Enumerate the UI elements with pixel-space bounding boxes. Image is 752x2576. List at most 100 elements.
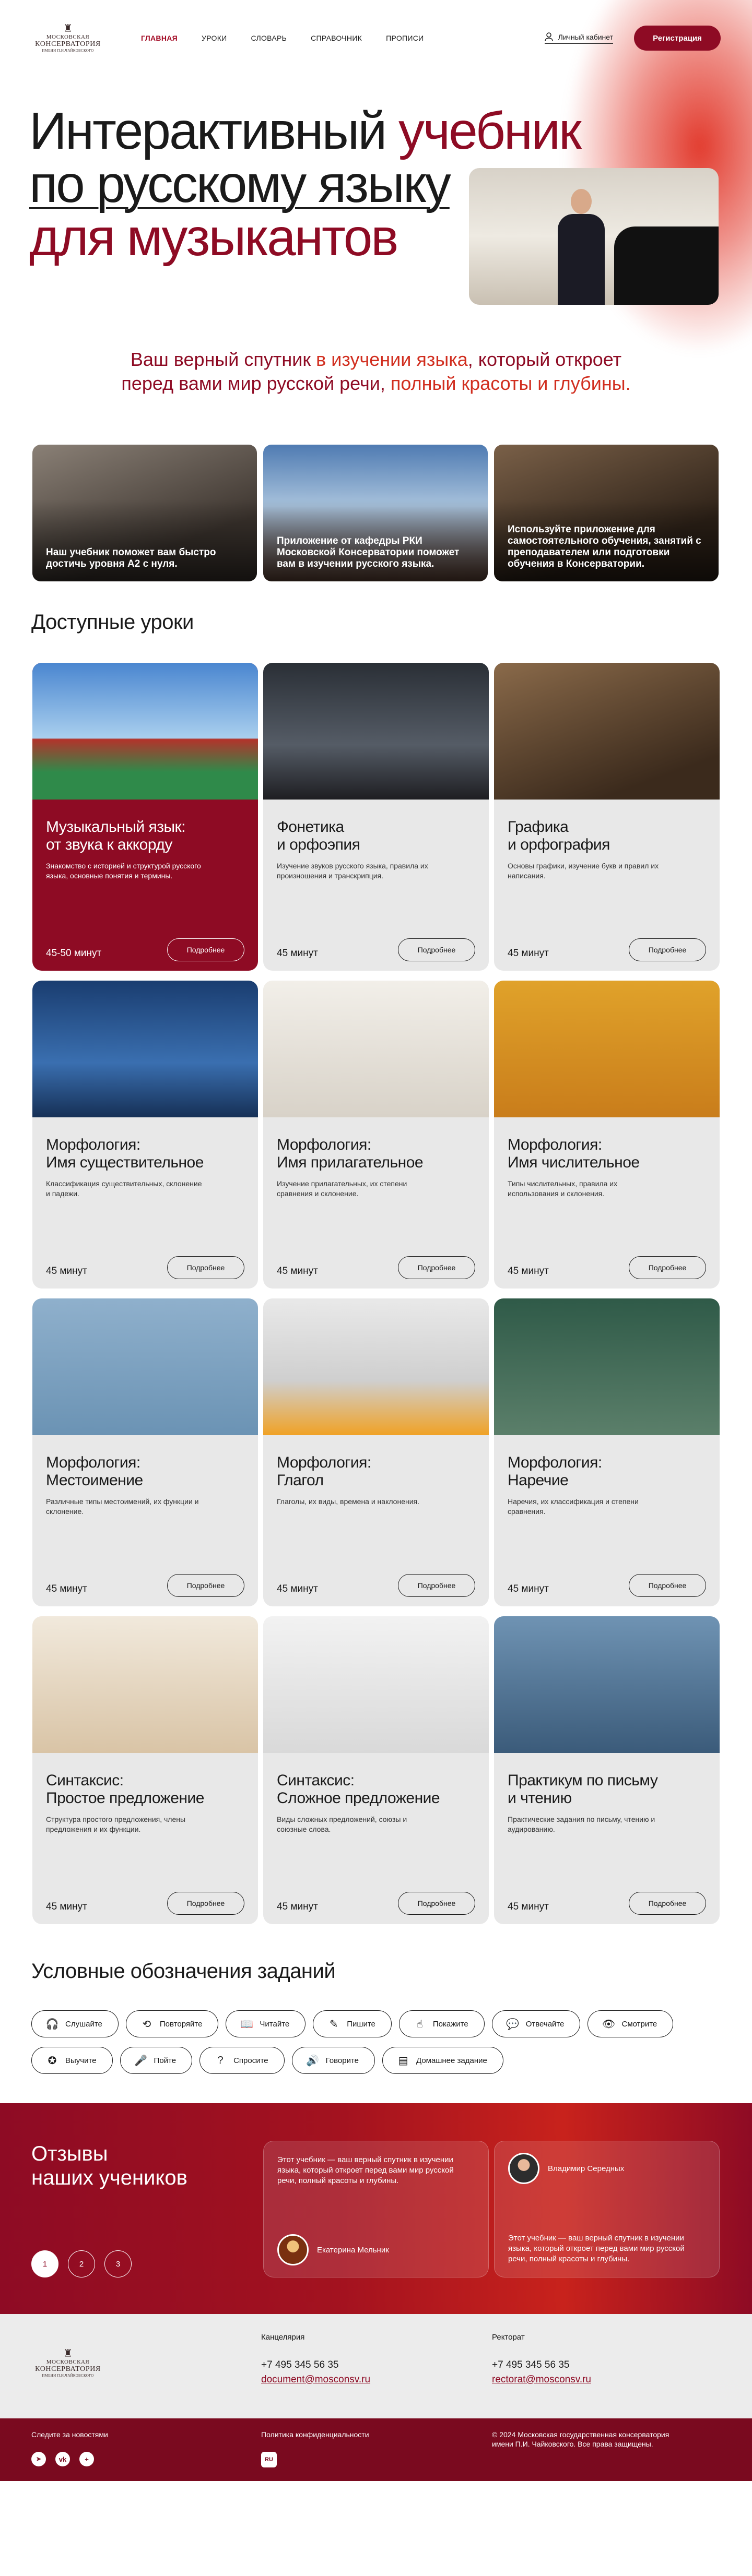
lesson-more-button[interactable]: Подробнее — [629, 1256, 706, 1279]
footer-logo[interactable]: ♜ МОСКОВСКАЯ КОНСЕРВАТОРИЯ ИМЕНИ П.И.ЧАЙ… — [31, 2348, 104, 2378]
rector-phone[interactable]: +7 495 345 56 35 — [492, 2359, 591, 2371]
lesson-card[interactable]: Синтаксис: Простое предложение Структура п… — [32, 1616, 258, 1924]
language-badge[interactable]: RU — [261, 2452, 277, 2467]
lesson-more-button[interactable]: Подробнее — [167, 1256, 244, 1279]
legend-chip: 👁 Смотрите — [588, 2010, 674, 2037]
write-icon: ✎ — [329, 2018, 338, 2030]
pager-page-3[interactable]: 3 — [104, 2250, 132, 2277]
nav-copybooks[interactable]: ПРОПИСИ — [386, 34, 424, 42]
nav-dictionary[interactable]: СЛОВАРЬ — [251, 34, 287, 42]
nav-home[interactable]: ГЛАВНАЯ — [141, 34, 178, 42]
lesson-more-button[interactable]: Подробнее — [398, 1892, 475, 1915]
lesson-image — [32, 663, 258, 800]
lesson-duration: 45 минут — [277, 1266, 318, 1277]
brain-icon: ✪ — [48, 2055, 57, 2067]
privacy-link[interactable]: Политика конфиденциальности — [261, 2430, 369, 2439]
register-button[interactable]: Регистрация — [634, 26, 721, 51]
feature-text: Используйте приложение для самостоятельн… — [508, 524, 701, 569]
lesson-duration: 45 минут — [508, 1583, 549, 1594]
lesson-card[interactable]: Фонетика и орфоэпия Изучение звуков русско… — [263, 663, 489, 971]
footer-contacts: ♜ МОСКОВСКАЯ КОНСЕРВАТОРИЯ ИМЕНИ П.И.ЧАЙ… — [0, 2314, 752, 2418]
lesson-image — [263, 1298, 489, 1435]
tagline-part4: перед вами мир русской речи, — [121, 373, 391, 394]
lesson-title: Морфология: Имя существительное — [46, 1136, 204, 1171]
tagline-part5: полный красоты и глубины. — [390, 373, 631, 394]
lesson-image — [494, 981, 720, 1117]
lesson-more-button[interactable]: Подробнее — [398, 938, 475, 961]
lesson-image — [494, 1616, 720, 1753]
pager-page-2[interactable]: 2 — [68, 2250, 95, 2277]
office-email-link[interactable]: document@mosconsv.ru — [261, 2374, 370, 2385]
lesson-card[interactable]: Синтаксис: Сложное предложение Виды сложны… — [263, 1616, 489, 1924]
rector-contacts: Ректорат +7 495 345 56 35 rectorat@mosco… — [492, 2333, 591, 2386]
lessons-title: Доступные уроки — [31, 611, 194, 634]
user-icon — [544, 32, 553, 42]
reviews-pager: 1 2 3 — [31, 2250, 132, 2277]
vk-icon[interactable]: vk — [55, 2452, 70, 2466]
legend-label: Пишите — [347, 2019, 375, 2029]
lesson-duration: 45 минут — [277, 948, 318, 959]
legend-chip: 🎤 Пойте — [120, 2047, 193, 2074]
personal-cabinet-link[interactable]: Личный кабинет — [544, 32, 613, 44]
lesson-more-button[interactable]: Подробнее — [167, 938, 244, 961]
pager-page-1[interactable]: 1 — [31, 2250, 58, 2277]
lesson-description: Основы графики, изучение букв и правил и… — [508, 862, 659, 880]
nav-lessons[interactable]: УРОКИ — [202, 34, 227, 42]
lesson-duration: 45 минут — [46, 1901, 87, 1912]
lesson-image — [32, 1616, 258, 1753]
rector-email-link[interactable]: rectorat@mosconsv.ru — [492, 2374, 591, 2385]
lesson-card[interactable]: Морфология: Имя существительное Классифика… — [32, 981, 258, 1289]
lesson-title: Синтаксис: Сложное предложение — [277, 1772, 440, 1807]
legend-chip: 📖 Читайте — [226, 2010, 306, 2037]
legend-label: Выучите — [65, 2056, 97, 2065]
lesson-more-button[interactable]: Подробнее — [398, 1574, 475, 1597]
page: ♜ МОСКОВСКАЯ КОНСЕРВАТОРИЯ ИМЕНИ П.И.ЧАЙ… — [0, 0, 752, 2576]
nav-reference[interactable]: СПРАВОЧНИК — [311, 34, 362, 42]
feature-text: Наш учебник поможет вам быстро достичь у… — [46, 547, 216, 569]
lesson-title: Морфология: Местоимение — [46, 1454, 143, 1489]
logo-emblem-icon: ♜ — [63, 23, 73, 34]
lesson-card[interactable]: Морфология: Глагол Глаголы, их виды, време… — [263, 1298, 489, 1606]
lesson-card[interactable]: Практикум по письму и чтению Практические … — [494, 1616, 720, 1924]
legend-label: Домашнее задание — [416, 2056, 487, 2065]
rector-caption: Ректорат — [492, 2333, 525, 2342]
office-phone[interactable]: +7 495 345 56 35 — [261, 2359, 370, 2371]
lesson-more-button[interactable]: Подробнее — [167, 1892, 244, 1915]
footer-bottom: Следите за новостями ➤ vk + Политика кон… — [0, 2418, 752, 2481]
lesson-more-button[interactable]: Подробнее — [629, 938, 706, 961]
lesson-title: Фонетика и орфоэпия — [277, 818, 360, 853]
hero-photo-conductor — [469, 168, 719, 305]
lesson-card[interactable]: Морфология: Наречие Наречия, их классифика… — [494, 1298, 720, 1606]
lesson-more-button[interactable]: Подробнее — [167, 1574, 244, 1597]
logo-emblem-icon: ♜ — [63, 2348, 73, 2359]
lesson-card[interactable]: Морфология: Местоимение Различные типы мес… — [32, 1298, 258, 1606]
telegram-icon[interactable]: ➤ — [31, 2452, 46, 2466]
review-author: Владимир Середных — [508, 2153, 624, 2184]
reviews-title: Отзывы наших учеников — [31, 2142, 187, 2190]
feature-text: Приложение от кафедры РКИ Московской Кон… — [277, 535, 460, 569]
lesson-more-button[interactable]: Подробнее — [629, 1892, 706, 1915]
lesson-title: Практикум по письму и чтению — [508, 1772, 658, 1807]
point-icon: ☝ — [416, 2018, 423, 2030]
lesson-card[interactable]: Морфология: Имя прилагательное Изучение пр… — [263, 981, 489, 1289]
piano-shape — [614, 226, 719, 305]
legend-label: Пойте — [154, 2056, 177, 2065]
plus-icon[interactable]: + — [79, 2452, 94, 2466]
lesson-card[interactable]: Музыкальный язык: от звука к аккорду Знако… — [32, 663, 258, 971]
conservatory-logo[interactable]: ♜ МОСКОВСКАЯ КОНСЕРВАТОРИЯ ИМЕНИ П.И.ЧАЙ… — [31, 23, 104, 53]
lesson-more-button[interactable]: Подробнее — [398, 1256, 475, 1279]
tagline-part2: в изучении языка — [316, 349, 468, 370]
hero-title-line1b: учебник — [398, 102, 582, 160]
lesson-image — [32, 1298, 258, 1435]
lesson-card[interactable]: Графика и орфография Основы графики, изуче… — [494, 663, 720, 971]
legend-chip: ✪ Выучите — [31, 2047, 113, 2074]
lesson-description: Типы числительных, правила их использова… — [508, 1179, 618, 1198]
legend-label: Говорите — [325, 2056, 359, 2065]
social-links: ➤ vk + — [31, 2452, 94, 2466]
lesson-more-button[interactable]: Подробнее — [629, 1574, 706, 1597]
headphones-icon: 🎧 — [45, 2018, 59, 2030]
repeat-icon: ⟲ — [142, 2018, 151, 2030]
lesson-card[interactable]: Морфология: Имя числительное Типы числител… — [494, 981, 720, 1289]
lesson-image — [494, 663, 720, 800]
review-card: Этот учебник — ваш верный спутник в изуч… — [263, 2141, 489, 2277]
